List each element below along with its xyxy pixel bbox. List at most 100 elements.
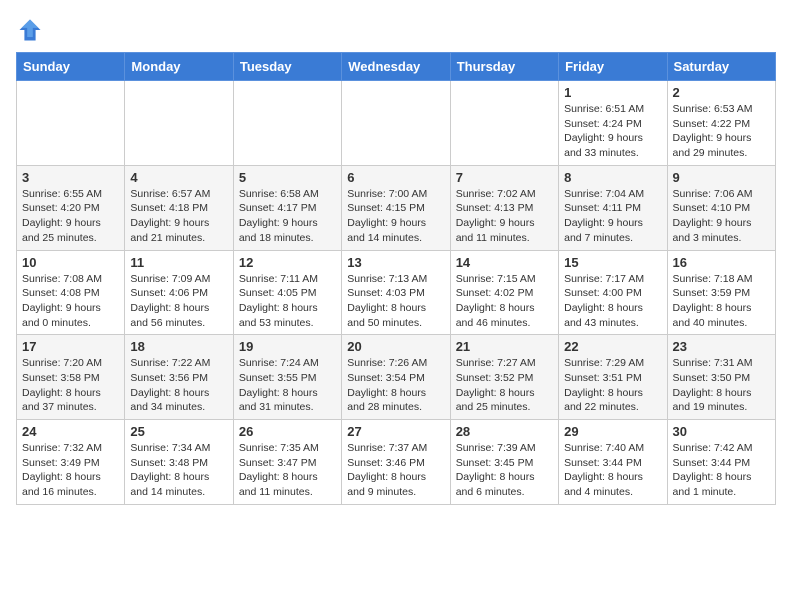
day-number: 6 <box>347 170 444 185</box>
day-cell: 4Sunrise: 6:57 AMSunset: 4:18 PMDaylight… <box>125 165 233 250</box>
day-cell: 10Sunrise: 7:08 AMSunset: 4:08 PMDayligh… <box>17 250 125 335</box>
day-number: 5 <box>239 170 336 185</box>
logo-icon <box>16 16 44 44</box>
day-info: Sunrise: 7:42 AMSunset: 3:44 PMDaylight:… <box>673 441 770 500</box>
calendar-table: SundayMondayTuesdayWednesdayThursdayFrid… <box>16 52 776 505</box>
header-day-monday: Monday <box>125 53 233 81</box>
day-number: 12 <box>239 255 336 270</box>
day-cell: 28 Sunrise: 7:39 AMSunset: 3:45 PMDayligh… <box>450 420 558 505</box>
day-cell: 16 Sunrise: 7:18 AMSunset: 3:59 PMDayligh… <box>667 250 775 335</box>
day-number: 18 <box>130 339 227 354</box>
calendar-body: 1 Sunrise: 6:51 AMSunset: 4:24 PMDaylight… <box>17 81 776 505</box>
day-cell: 5Sunrise: 6:58 AMSunset: 4:17 PMDaylight… <box>233 165 341 250</box>
day-number: 21 <box>456 339 553 354</box>
day-number: 10 <box>22 255 119 270</box>
day-number: 7 <box>456 170 553 185</box>
day-info: Sunrise: 7:02 AMSunset: 4:13 PMDaylight:… <box>456 187 553 246</box>
day-cell: 1 Sunrise: 6:51 AMSunset: 4:24 PMDaylight… <box>559 81 667 166</box>
day-number: 16 <box>673 255 770 270</box>
day-cell: 25 Sunrise: 7:34 AMSunset: 3:48 PMDayligh… <box>125 420 233 505</box>
day-cell: 2 Sunrise: 6:53 AMSunset: 4:22 PMDaylight… <box>667 81 775 166</box>
day-cell: 24 Sunrise: 7:32 AMSunset: 3:49 PMDayligh… <box>17 420 125 505</box>
day-info: Sunrise: 7:31 AMSunset: 3:50 PMDaylight:… <box>673 356 770 415</box>
day-number: 30 <box>673 424 770 439</box>
day-cell: 19Sunrise: 7:24 AMSunset: 3:55 PMDayligh… <box>233 335 341 420</box>
day-info: Sunrise: 7:04 AMSunset: 4:11 PMDaylight:… <box>564 187 661 246</box>
header-row: SundayMondayTuesdayWednesdayThursdayFrid… <box>17 53 776 81</box>
day-cell: 18 Sunrise: 7:22 AMSunset: 3:56 PMDayligh… <box>125 335 233 420</box>
day-info: Sunrise: 7:13 AMSunset: 4:03 PMDaylight:… <box>347 272 444 331</box>
day-cell: 17 Sunrise: 7:20 AMSunset: 3:58 PMDayligh… <box>17 335 125 420</box>
day-cell: 27Sunrise: 7:37 AMSunset: 3:46 PMDayligh… <box>342 420 450 505</box>
day-number: 9 <box>673 170 770 185</box>
day-cell: 6Sunrise: 7:00 AMSunset: 4:15 PMDaylight… <box>342 165 450 250</box>
day-number: 15 <box>564 255 661 270</box>
day-cell: 20Sunrise: 7:26 AMSunset: 3:54 PMDayligh… <box>342 335 450 420</box>
day-cell <box>233 81 341 166</box>
day-info: Sunrise: 7:17 AMSunset: 4:00 PMDaylight:… <box>564 272 661 331</box>
week-row-1: 1 Sunrise: 6:51 AMSunset: 4:24 PMDaylight… <box>17 81 776 166</box>
day-info: Sunrise: 7:37 AMSunset: 3:46 PMDaylight:… <box>347 441 444 500</box>
day-number: 3 <box>22 170 119 185</box>
day-number: 19 <box>239 339 336 354</box>
day-number: 25 <box>130 424 227 439</box>
day-info: Sunrise: 6:51 AMSunset: 4:24 PMDaylight:… <box>564 102 661 161</box>
day-info: Sunrise: 7:22 AMSunset: 3:56 PMDaylight:… <box>130 356 227 415</box>
day-info: Sunrise: 7:27 AMSunset: 3:52 PMDaylight:… <box>456 356 553 415</box>
day-info: Sunrise: 7:11 AMSunset: 4:05 PMDaylight:… <box>239 272 336 331</box>
day-info: Sunrise: 6:53 AMSunset: 4:22 PMDaylight:… <box>673 102 770 161</box>
day-cell: 3 Sunrise: 6:55 AMSunset: 4:20 PMDaylight… <box>17 165 125 250</box>
day-info: Sunrise: 7:32 AMSunset: 3:49 PMDaylight:… <box>22 441 119 500</box>
header-day-friday: Friday <box>559 53 667 81</box>
day-info: Sunrise: 6:57 AMSunset: 4:18 PMDaylight:… <box>130 187 227 246</box>
week-row-5: 24 Sunrise: 7:32 AMSunset: 3:49 PMDayligh… <box>17 420 776 505</box>
day-cell: 14 Sunrise: 7:15 AMSunset: 4:02 PMDayligh… <box>450 250 558 335</box>
week-row-3: 10Sunrise: 7:08 AMSunset: 4:08 PMDayligh… <box>17 250 776 335</box>
header-day-tuesday: Tuesday <box>233 53 341 81</box>
day-cell: 11Sunrise: 7:09 AMSunset: 4:06 PMDayligh… <box>125 250 233 335</box>
day-cell: 7 Sunrise: 7:02 AMSunset: 4:13 PMDaylight… <box>450 165 558 250</box>
day-info: Sunrise: 7:40 AMSunset: 3:44 PMDaylight:… <box>564 441 661 500</box>
week-row-2: 3 Sunrise: 6:55 AMSunset: 4:20 PMDaylight… <box>17 165 776 250</box>
day-number: 13 <box>347 255 444 270</box>
day-cell <box>342 81 450 166</box>
day-number: 14 <box>456 255 553 270</box>
day-cell: 26Sunrise: 7:35 AMSunset: 3:47 PMDayligh… <box>233 420 341 505</box>
day-cell: 9 Sunrise: 7:06 AMSunset: 4:10 PMDaylight… <box>667 165 775 250</box>
logo <box>16 16 48 44</box>
day-number: 17 <box>22 339 119 354</box>
day-number: 20 <box>347 339 444 354</box>
week-row-4: 17 Sunrise: 7:20 AMSunset: 3:58 PMDayligh… <box>17 335 776 420</box>
day-number: 24 <box>22 424 119 439</box>
page-header <box>16 16 776 44</box>
day-info: Sunrise: 7:34 AMSunset: 3:48 PMDaylight:… <box>130 441 227 500</box>
day-cell: 30 Sunrise: 7:42 AMSunset: 3:44 PMDayligh… <box>667 420 775 505</box>
header-day-sunday: Sunday <box>17 53 125 81</box>
day-info: Sunrise: 6:55 AMSunset: 4:20 PMDaylight:… <box>22 187 119 246</box>
day-cell: 12 Sunrise: 7:11 AMSunset: 4:05 PMDayligh… <box>233 250 341 335</box>
day-number: 29 <box>564 424 661 439</box>
day-number: 2 <box>673 85 770 100</box>
day-cell: 22 Sunrise: 7:29 AMSunset: 3:51 PMDayligh… <box>559 335 667 420</box>
day-cell <box>17 81 125 166</box>
day-number: 23 <box>673 339 770 354</box>
day-info: Sunrise: 7:20 AMSunset: 3:58 PMDaylight:… <box>22 356 119 415</box>
day-number: 8 <box>564 170 661 185</box>
day-info: Sunrise: 7:06 AMSunset: 4:10 PMDaylight:… <box>673 187 770 246</box>
day-number: 28 <box>456 424 553 439</box>
day-number: 26 <box>239 424 336 439</box>
day-cell: 15 Sunrise: 7:17 AMSunset: 4:00 PMDayligh… <box>559 250 667 335</box>
day-info: Sunrise: 7:15 AMSunset: 4:02 PMDaylight:… <box>456 272 553 331</box>
day-info: Sunrise: 7:29 AMSunset: 3:51 PMDaylight:… <box>564 356 661 415</box>
day-cell: 29 Sunrise: 7:40 AMSunset: 3:44 PMDayligh… <box>559 420 667 505</box>
header-day-thursday: Thursday <box>450 53 558 81</box>
calendar-header: SundayMondayTuesdayWednesdayThursdayFrid… <box>17 53 776 81</box>
day-info: Sunrise: 7:39 AMSunset: 3:45 PMDaylight:… <box>456 441 553 500</box>
day-cell <box>125 81 233 166</box>
day-number: 22 <box>564 339 661 354</box>
day-number: 1 <box>564 85 661 100</box>
day-cell: 21 Sunrise: 7:27 AMSunset: 3:52 PMDayligh… <box>450 335 558 420</box>
day-info: Sunrise: 7:18 AMSunset: 3:59 PMDaylight:… <box>673 272 770 331</box>
day-info: Sunrise: 7:09 AMSunset: 4:06 PMDaylight:… <box>130 272 227 331</box>
header-day-wednesday: Wednesday <box>342 53 450 81</box>
